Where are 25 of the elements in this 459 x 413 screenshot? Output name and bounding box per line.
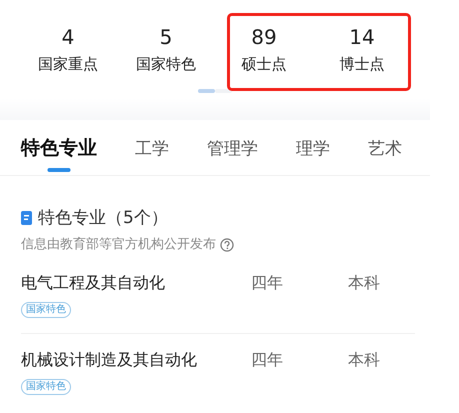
- tab[interactable]: 工学: [135, 137, 169, 174]
- stat-label: 博士点: [340, 54, 384, 75]
- major-name: 机械设计制造及其自动化: [21, 348, 198, 370]
- degree-level: 本科: [348, 348, 380, 370]
- duration: 四年: [251, 272, 284, 294]
- degree-level: 本科: [348, 272, 380, 294]
- stat-label: 国家特色: [136, 54, 196, 75]
- stat-label: 国家重点: [38, 54, 98, 75]
- stat-value: 89: [251, 24, 277, 50]
- tag: 国家特色: [21, 378, 71, 394]
- tab[interactable]: 艺术: [368, 137, 402, 174]
- major-name: 电气工程及其自动化: [21, 272, 166, 294]
- document-icon: [21, 211, 32, 226]
- tab[interactable]: 特色专业: [21, 134, 97, 174]
- help-icon[interactable]: [220, 238, 234, 252]
- stat-value: 14: [349, 24, 375, 50]
- section-title: 特色专业（5个）: [38, 206, 168, 230]
- duration: 四年: [251, 348, 284, 370]
- tab[interactable]: 管理学: [207, 137, 258, 174]
- stat-value: 5: [160, 24, 172, 50]
- tab[interactable]: 理学: [296, 137, 330, 174]
- stat-value: 4: [62, 24, 74, 50]
- source-note: 信息由教育部等官方机构公开发布: [21, 236, 216, 254]
- stat-label: 硕士点: [242, 54, 286, 75]
- tag: 国家特色: [21, 302, 71, 318]
